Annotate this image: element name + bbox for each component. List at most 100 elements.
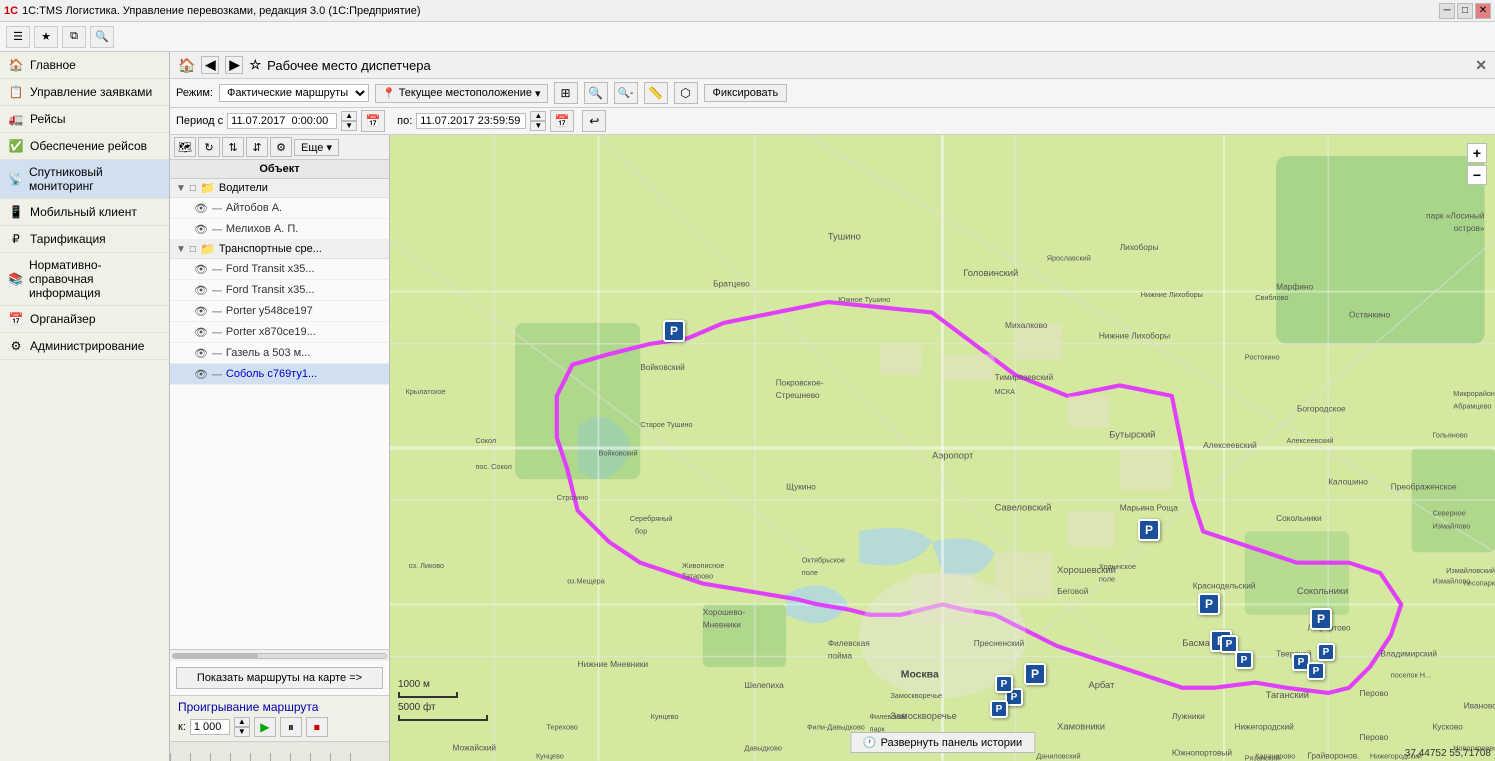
vehicle-item-4[interactable]: 👁 ─ Porter x870ce19...	[170, 322, 389, 343]
filter-btn[interactable]: ⚙	[270, 137, 292, 157]
sidebar-item-mobile[interactable]: 📱 Мобильный клиент	[0, 199, 169, 226]
vis-icon-v5[interactable]: 👁	[194, 347, 208, 360]
zoom-out-button[interactable]: 🔍-	[614, 82, 638, 104]
ruler-button[interactable]: 📏	[644, 82, 668, 104]
driver-2-label: Мелихов А. П.	[226, 223, 298, 235]
sort-desc-btn[interactable]: ⇵	[246, 137, 268, 157]
fix-button[interactable]: Фиксировать	[704, 84, 788, 102]
zoom-in-map-btn[interactable]: +	[1467, 143, 1487, 163]
window-controls[interactable]: ─ □ ✕	[1439, 3, 1491, 19]
more-button[interactable]: Еще ▾	[294, 139, 339, 156]
menu-btn[interactable]: ☰	[6, 26, 30, 48]
period-from-input[interactable]	[227, 113, 337, 129]
sidebar-item-trips[interactable]: 🚛 Рейсы	[0, 106, 169, 133]
timeline[interactable]	[170, 741, 389, 761]
panel-close-btn[interactable]: ✕	[1475, 57, 1487, 74]
vehicles-collapse-icon[interactable]: ▼	[176, 244, 186, 255]
sidebar-item-reference[interactable]: 📚 Нормативно-справочная информация	[0, 253, 169, 306]
sidebar-item-monitoring[interactable]: 📡 Спутниковый мониторинг	[0, 160, 169, 199]
visibility-icon-1[interactable]: 👁	[194, 202, 208, 215]
sidebar-item-home[interactable]: 🏠 Главное	[0, 52, 169, 79]
object-tree: ▼ □ 📁 Водители 👁 ─ Айтобов А. 👁 ─ Мелихо…	[170, 179, 389, 649]
period-to-input[interactable]	[416, 113, 526, 129]
sidebar-item-admin[interactable]: ⚙ Администрирование	[0, 333, 169, 360]
svg-text:Останкино: Останкино	[1349, 310, 1390, 320]
location-button[interactable]: 📍 Текущее местоположение ▾	[375, 84, 548, 103]
svg-text:Южнопортовый: Южнопортовый	[1172, 748, 1233, 758]
speed-up-btn[interactable]: ▲	[234, 717, 250, 727]
date-to-up-btn[interactable]: ▲	[530, 111, 546, 121]
expand-history-button[interactable]: 🕐 Развернуть панель истории	[850, 732, 1035, 753]
sort-asc-btn[interactable]: ⇅	[222, 137, 244, 157]
show-on-map-btn[interactable]: 🗺	[174, 137, 196, 157]
svg-text:Владимирский: Владимирский	[1380, 648, 1437, 658]
play-button[interactable]: ▶	[254, 717, 276, 737]
back-btn[interactable]: ◀	[201, 56, 219, 74]
vehicles-checkbox[interactable]: □	[190, 244, 196, 255]
map-area[interactable]: Тушино Братцево Головинский Лихоборы Мих…	[390, 135, 1495, 761]
home-nav-icon[interactable]: 🏠	[178, 57, 195, 74]
svg-text:парк «Лосиный: парк «Лосиный	[1426, 211, 1485, 221]
driver-item-2[interactable]: 👁 ─ Мелихов А. П.	[170, 219, 389, 240]
collapse-icon[interactable]: ▼	[176, 183, 186, 194]
speed-down-btn[interactable]: ▼	[234, 727, 250, 737]
speed-input[interactable]	[190, 719, 230, 735]
parking-marker-8: P	[995, 675, 1013, 693]
calendar-to-btn[interactable]: 📅	[550, 110, 574, 132]
sidebar-item-organizer[interactable]: 📅 Органайзер	[0, 306, 169, 333]
pause-button[interactable]: ⏸	[280, 717, 302, 737]
svg-text:Щукино: Щукино	[786, 482, 816, 492]
vis-icon-v6[interactable]: 👁	[194, 368, 208, 381]
zoom-fit-button[interactable]: ⊞	[554, 82, 578, 104]
stop-button[interactable]: ⏹	[306, 717, 328, 737]
restore-button[interactable]: □	[1457, 3, 1473, 19]
svg-text:Филевский: Филевский	[870, 712, 907, 721]
sidebar-item-tariff[interactable]: ₽ Тарификация	[0, 226, 169, 253]
dash-icon-2: ─	[212, 221, 222, 237]
bookmark-icon[interactable]: ☆	[249, 57, 261, 73]
parking-marker-9: P	[1220, 635, 1238, 653]
vehicle-item-3[interactable]: 👁 ─ Porter y548ce197	[170, 301, 389, 322]
polygon-button[interactable]: ⬡	[674, 82, 698, 104]
main-layout: 🏠 Главное 📋 Управление заявками 🚛 Рейсы …	[0, 52, 1495, 761]
refresh-btn[interactable]: ↻	[198, 137, 220, 157]
svg-text:Крылатское: Крылатское	[406, 387, 446, 396]
visibility-icon-2[interactable]: 👁	[194, 223, 208, 236]
date-from-down-btn[interactable]: ▼	[341, 121, 357, 131]
vis-icon-v3[interactable]: 👁	[194, 305, 208, 318]
refresh-period-btn[interactable]: ↩	[582, 110, 606, 132]
svg-text:поселок Н...: поселок Н...	[1391, 670, 1431, 679]
svg-text:Кусково: Кусково	[1432, 721, 1463, 731]
svg-text:Кунцево: Кунцево	[651, 712, 679, 721]
vis-icon-v4[interactable]: 👁	[194, 326, 208, 339]
search-btn[interactable]: 🔍	[90, 26, 114, 48]
sidebar-item-orders[interactable]: 📋 Управление заявками	[0, 79, 169, 106]
zoom-in-button[interactable]: 🔍	[584, 82, 608, 104]
sidebar-item-label: Органайзер	[30, 312, 96, 326]
vis-icon-v1[interactable]: 👁	[194, 263, 208, 276]
copy-btn[interactable]: ⧉	[62, 26, 86, 48]
close-button[interactable]: ✕	[1475, 3, 1491, 19]
sidebar-item-label: Спутниковый мониторинг	[29, 165, 161, 193]
show-routes-button[interactable]: Показать маршруты на карте =>	[176, 667, 383, 689]
group-checkbox[interactable]: □	[190, 183, 196, 194]
sidebar-item-supply[interactable]: ✅ Обеспечение рейсов	[0, 133, 169, 160]
vehicle-item-2[interactable]: 👁 ─ Ford Transit x35...	[170, 280, 389, 301]
vehicle-item-6[interactable]: 👁 ─ Соболь с769ту1...	[170, 364, 389, 385]
vis-icon-v2[interactable]: 👁	[194, 284, 208, 297]
svg-text:лесопарк: лесопарк	[1464, 579, 1495, 588]
calendar-from-btn[interactable]: 📅	[361, 110, 385, 132]
mode-select[interactable]: Фактические маршруты	[219, 84, 369, 102]
date-from-up-btn[interactable]: ▲	[341, 111, 357, 121]
minimize-button[interactable]: ─	[1439, 3, 1455, 19]
sidebar-item-label: Рейсы	[30, 112, 65, 126]
vehicle-item-1[interactable]: 👁 ─ Ford Transit x35...	[170, 259, 389, 280]
zoom-out-map-btn[interactable]: −	[1467, 165, 1487, 185]
date-to-down-btn[interactable]: ▼	[530, 121, 546, 131]
star-btn[interactable]: ★	[34, 26, 58, 48]
tree-scrollbar[interactable]	[170, 649, 389, 661]
driver-item-1[interactable]: 👁 ─ Айтобов А.	[170, 198, 389, 219]
forward-btn[interactable]: ▶	[225, 56, 243, 74]
vehicle-item-5[interactable]: 👁 ─ Газель а 503 м...	[170, 343, 389, 364]
svg-text:Головинский: Головинский	[963, 268, 1018, 278]
